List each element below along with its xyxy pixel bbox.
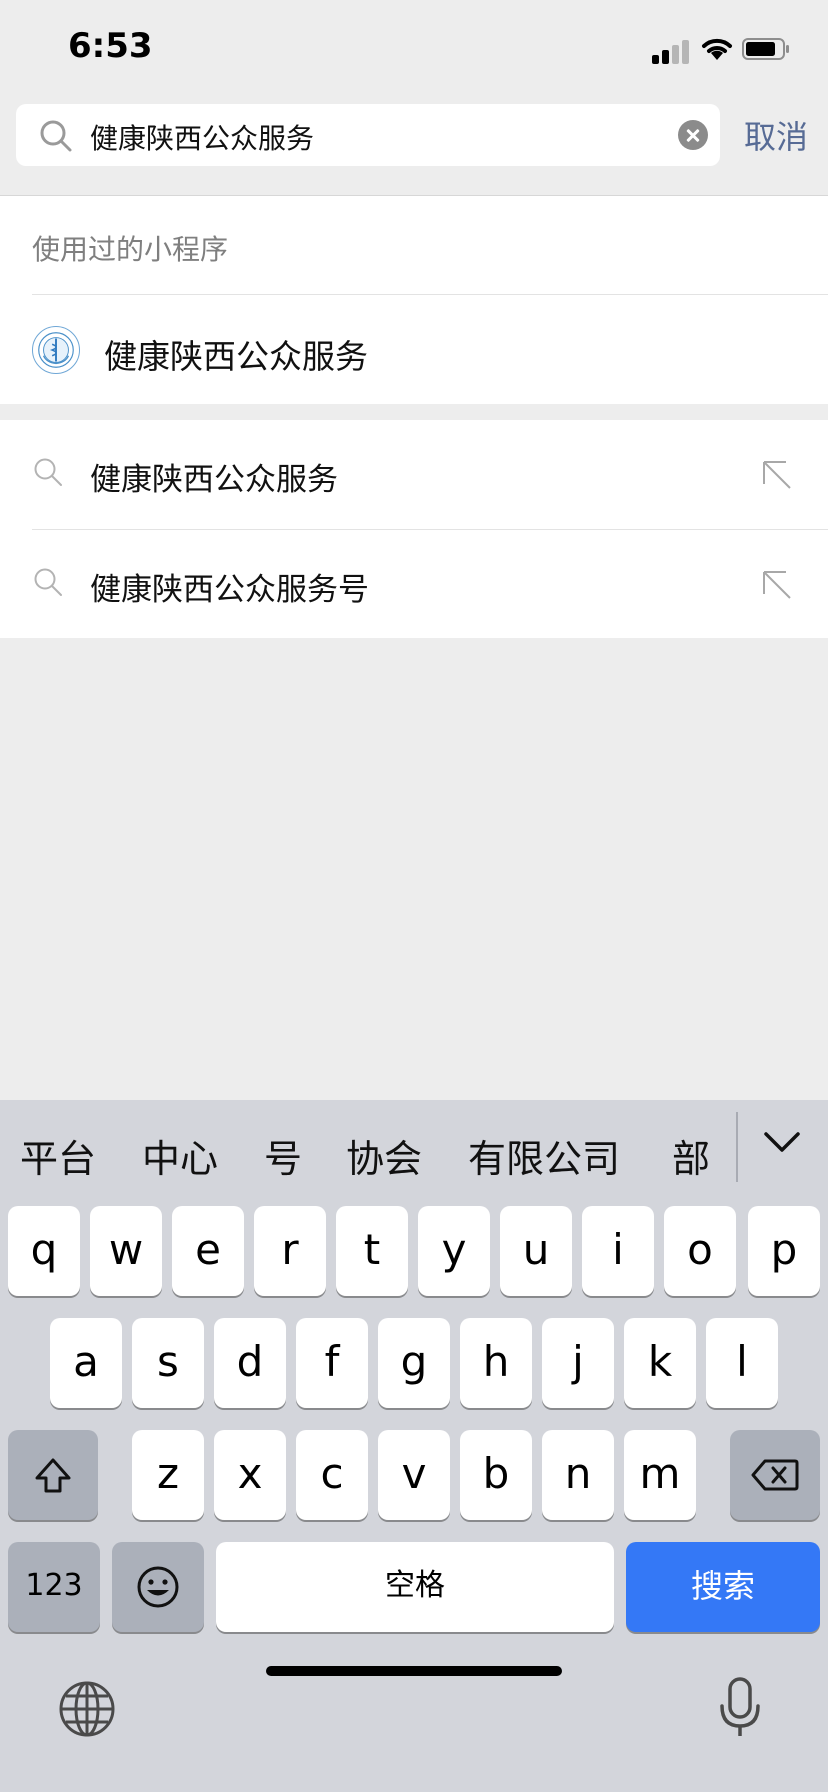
key-m[interactable]: m: [624, 1430, 696, 1520]
key-a[interactable]: a: [50, 1318, 122, 1408]
key-o[interactable]: o: [664, 1206, 736, 1296]
shift-key[interactable]: [8, 1430, 98, 1520]
clear-search-button[interactable]: [678, 120, 708, 150]
keyboard: 平台 中心 号 协会 有限公司 部 q w e r t y u i o p a …: [0, 1100, 828, 1792]
key-s[interactable]: s: [132, 1318, 204, 1408]
candidate-word[interactable]: 平台: [20, 1128, 96, 1183]
search-key[interactable]: 搜索: [626, 1542, 820, 1632]
candidate-word[interactable]: 部: [672, 1128, 710, 1183]
key-v[interactable]: v: [378, 1430, 450, 1520]
key-t[interactable]: t: [336, 1206, 408, 1296]
key-j[interactable]: j: [542, 1318, 614, 1408]
key-x[interactable]: x: [214, 1430, 286, 1520]
key-b[interactable]: b: [460, 1430, 532, 1520]
key-z[interactable]: z: [132, 1430, 204, 1520]
search-icon: [34, 458, 62, 486]
suggestion-text: 健康陕西公众服务号: [90, 572, 369, 608]
cancel-button[interactable]: 取消: [744, 112, 808, 158]
candidate-word[interactable]: 中心: [142, 1128, 218, 1183]
numbers-key[interactable]: 123: [8, 1542, 100, 1632]
key-p[interactable]: p: [748, 1206, 820, 1296]
emoji-key[interactable]: [112, 1542, 204, 1632]
backspace-key[interactable]: [730, 1430, 820, 1520]
suggestion-item[interactable]: 健康陕西公众服务: [0, 420, 828, 528]
search-icon: [40, 120, 72, 152]
globe-icon[interactable]: [58, 1680, 116, 1738]
fill-query-arrow-icon[interactable]: [760, 568, 794, 602]
space-key[interactable]: 空格: [216, 1542, 614, 1632]
search-icon: [34, 568, 62, 596]
divider: [32, 294, 828, 295]
key-n[interactable]: n: [542, 1430, 614, 1520]
shift-icon: [35, 1458, 71, 1493]
candidate-word[interactable]: 号: [264, 1128, 302, 1183]
chevron-down-icon[interactable]: [762, 1128, 802, 1158]
key-c[interactable]: c: [296, 1430, 368, 1520]
key-q[interactable]: q: [8, 1206, 80, 1296]
backspace-icon: [751, 1459, 799, 1491]
search-input[interactable]: 健康陕西公众服务: [90, 117, 314, 157]
key-u[interactable]: u: [500, 1206, 572, 1296]
key-r[interactable]: r: [254, 1206, 326, 1296]
search-bar[interactable]: 健康陕西公众服务: [16, 104, 720, 166]
key-f[interactable]: f: [296, 1318, 368, 1408]
key-i[interactable]: i: [582, 1206, 654, 1296]
key-g[interactable]: g: [378, 1318, 450, 1408]
suggestion-item[interactable]: 健康陕西公众服务号: [0, 530, 828, 638]
key-k[interactable]: k: [624, 1318, 696, 1408]
candidate-word[interactable]: 有限公司: [468, 1128, 620, 1183]
emoji-icon: [137, 1566, 179, 1608]
home-indicator: [266, 1666, 562, 1676]
key-e[interactable]: e: [172, 1206, 244, 1296]
cellular-signal-icon: [652, 36, 692, 64]
key-d[interactable]: d: [214, 1318, 286, 1408]
mini-program-logo-icon[interactable]: [32, 326, 80, 374]
microphone-icon[interactable]: [716, 1676, 764, 1740]
section-title: 使用过的小程序: [32, 233, 229, 266]
fill-query-arrow-icon[interactable]: [760, 458, 794, 492]
suggestion-text: 健康陕西公众服务: [90, 462, 338, 498]
candidate-word[interactable]: 协会: [346, 1128, 422, 1183]
key-h[interactable]: h: [460, 1318, 532, 1408]
mini-program-name[interactable]: 健康陕西公众服务: [104, 330, 368, 378]
divider: [736, 1112, 738, 1182]
key-w[interactable]: w: [90, 1206, 162, 1296]
used-mini-programs-section: 使用过的小程序 健康陕西公众服务: [0, 196, 828, 404]
key-l[interactable]: l: [706, 1318, 778, 1408]
wifi-icon: [702, 38, 732, 60]
suggestions-list: 健康陕西公众服务 健康陕西公众服务号: [0, 420, 828, 638]
key-y[interactable]: y: [418, 1206, 490, 1296]
status-time: 6:53: [68, 26, 153, 66]
battery-icon: [742, 38, 789, 60]
